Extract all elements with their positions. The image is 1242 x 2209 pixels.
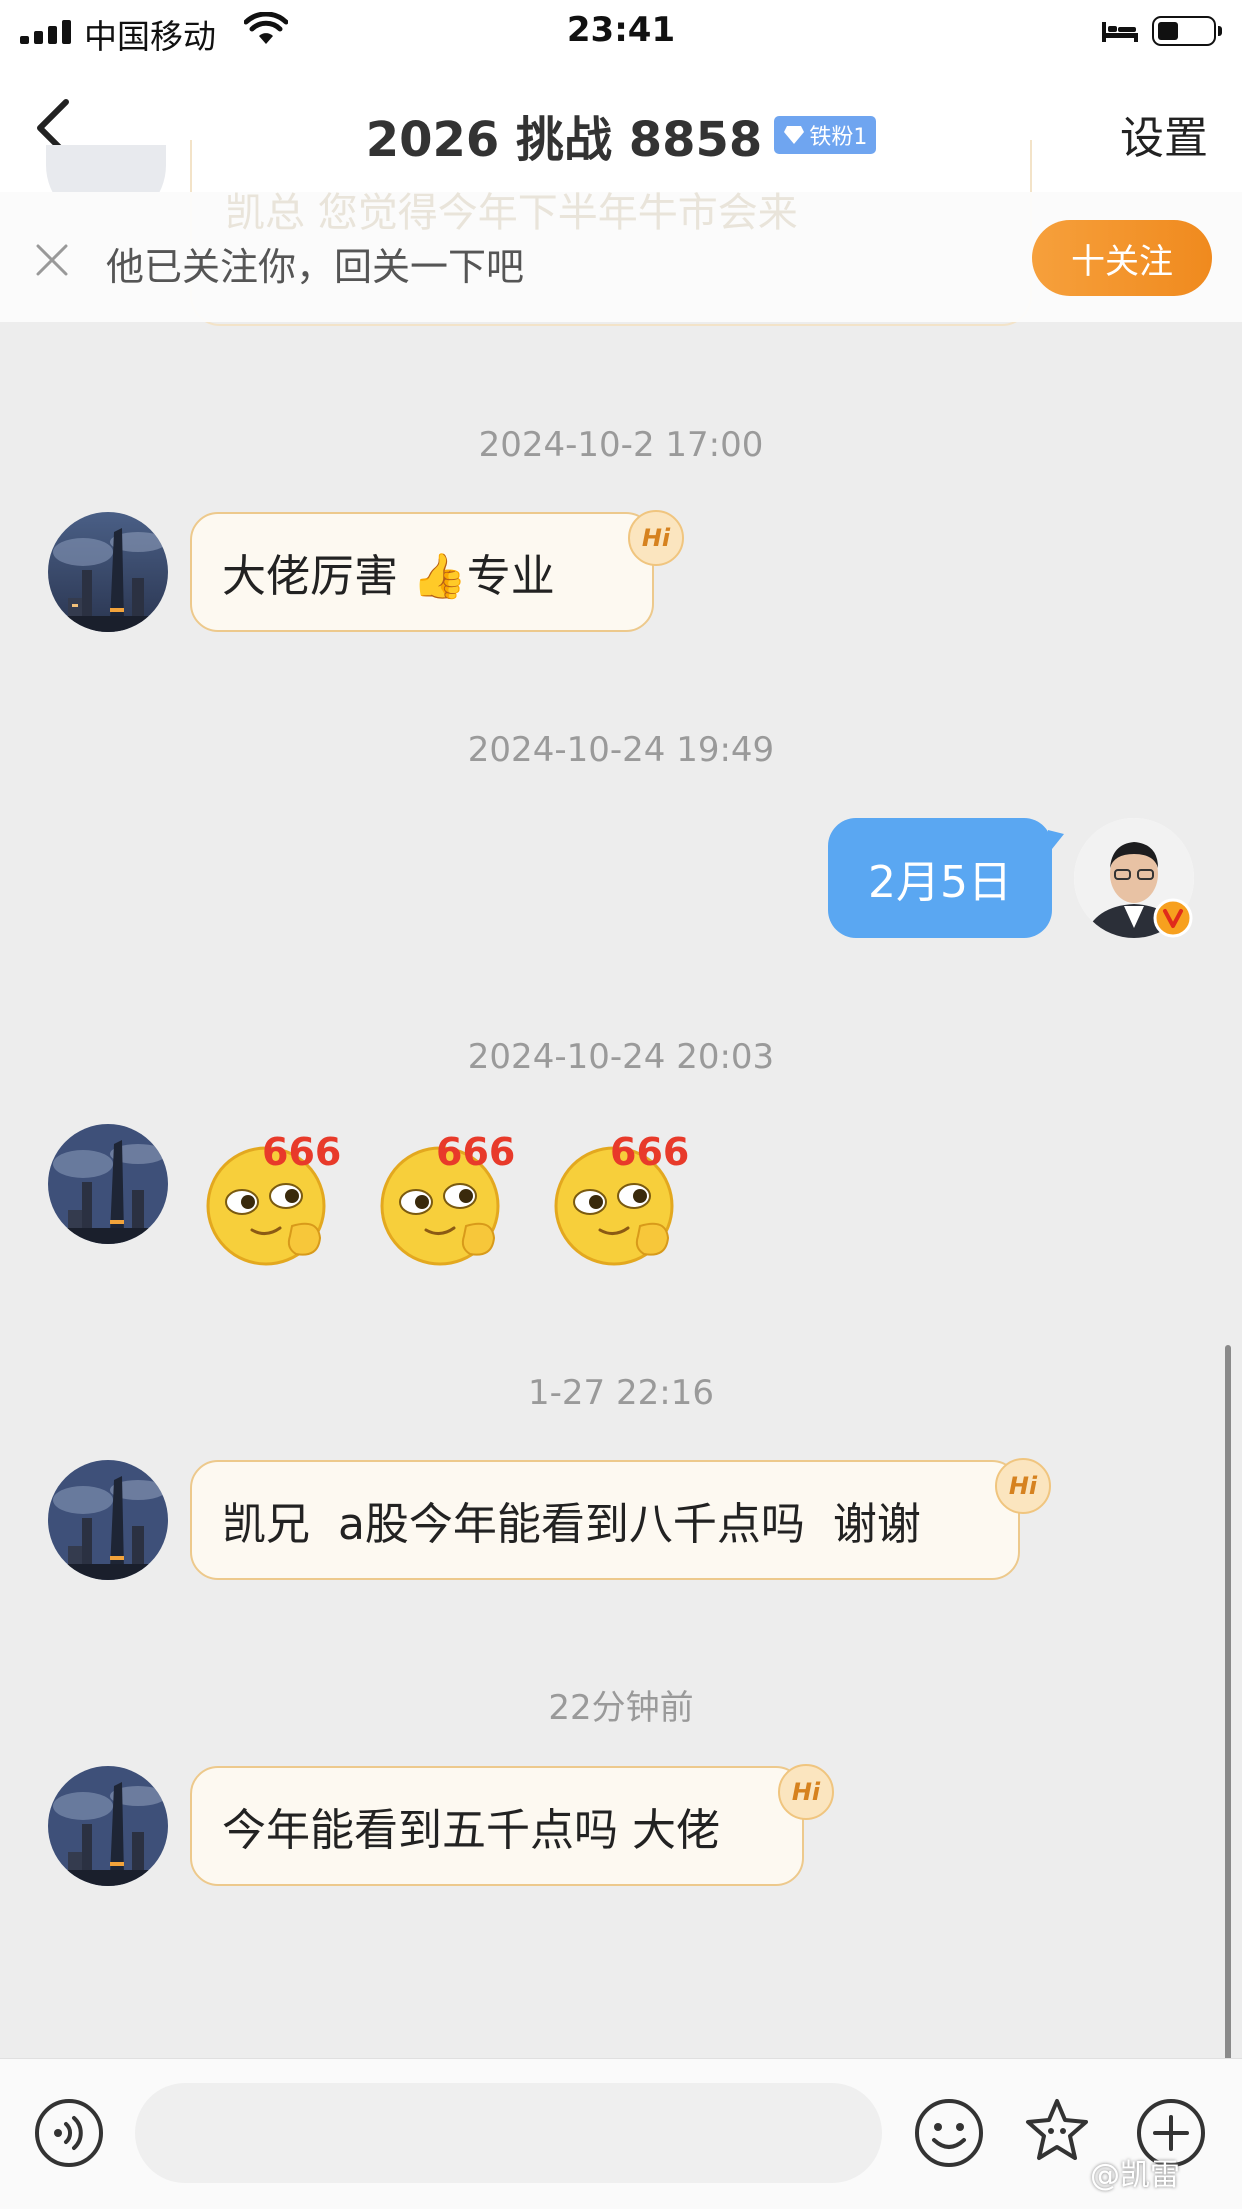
status-bar: 中国移动 23:41 — [0, 0, 1242, 62]
hi-greeting-icon[interactable]: Hi — [778, 1764, 834, 1820]
clock: 23:41 — [566, 10, 676, 50]
city-skyline-avatar-image — [48, 1124, 168, 1244]
sender-avatar[interactable] — [48, 1766, 168, 1886]
sticker-666-label: 666 — [436, 1130, 516, 1174]
previous-message-preview: 凯总 您觉得今年下半年牛市会来 — [225, 190, 798, 236]
message-timestamp: 1-27 22:16 — [528, 1373, 714, 1413]
scrollbar[interactable] — [1225, 1345, 1231, 2065]
message-timestamp: 2024-10-24 20:03 — [467, 1037, 775, 1077]
sticker-icon[interactable] — [1022, 2096, 1092, 2166]
voice-icon[interactable] — [34, 2098, 104, 2168]
sticker-666-label: 666 — [610, 1130, 690, 1174]
watermark: @凯雷 — [1090, 2158, 1180, 2193]
sticker-666[interactable]: 666 — [200, 1130, 342, 1270]
follow-button-label: 十关注 — [1071, 242, 1173, 281]
outgoing-message-bubble[interactable]: 2月5日 — [828, 818, 1052, 938]
sleep-mode-icon — [1102, 22, 1138, 42]
sticker-666[interactable]: 666 — [374, 1130, 516, 1270]
city-skyline-avatar-image — [48, 1766, 168, 1886]
close-icon[interactable] — [32, 240, 72, 280]
message-timestamp: 2024-10-2 17:00 — [478, 425, 764, 465]
follow-back-prompt: 他已关注你，回关一下吧 — [106, 245, 525, 289]
city-skyline-avatar-image — [48, 512, 168, 632]
sticker-666-label: 666 — [262, 1130, 342, 1174]
sender-avatar[interactable] — [48, 512, 168, 632]
hi-greeting-icon[interactable]: Hi — [995, 1458, 1051, 1514]
sender-avatar[interactable] — [48, 1460, 168, 1580]
bubble-tail — [1048, 830, 1064, 854]
sender-avatar[interactable] — [48, 1124, 168, 1244]
city-skyline-avatar-image — [48, 1460, 168, 1580]
incoming-message-bubble[interactable]: 大佬厉害 👍专业 — [190, 512, 654, 632]
follow-button[interactable]: 十关注 — [1032, 220, 1212, 296]
message-timestamp: 2024-10-24 19:49 — [467, 730, 775, 770]
verified-badge-icon — [1153, 898, 1193, 938]
sticker-666[interactable]: 666 — [548, 1130, 690, 1270]
battery-icon — [1152, 16, 1222, 46]
message-input[interactable] — [135, 2083, 882, 2183]
settings-button[interactable]: 设置 — [1120, 102, 1208, 166]
hi-greeting-icon[interactable]: Hi — [628, 510, 684, 566]
message-timestamp: 22分钟前 — [548, 1688, 694, 1728]
incoming-message-bubble[interactable]: 今年能看到五千点吗 大佬 — [190, 1766, 804, 1886]
incoming-message-bubble[interactable]: 凯兄 a股今年能看到八千点吗 谢谢 — [190, 1460, 1020, 1580]
emoji-icon[interactable] — [914, 2098, 984, 2168]
